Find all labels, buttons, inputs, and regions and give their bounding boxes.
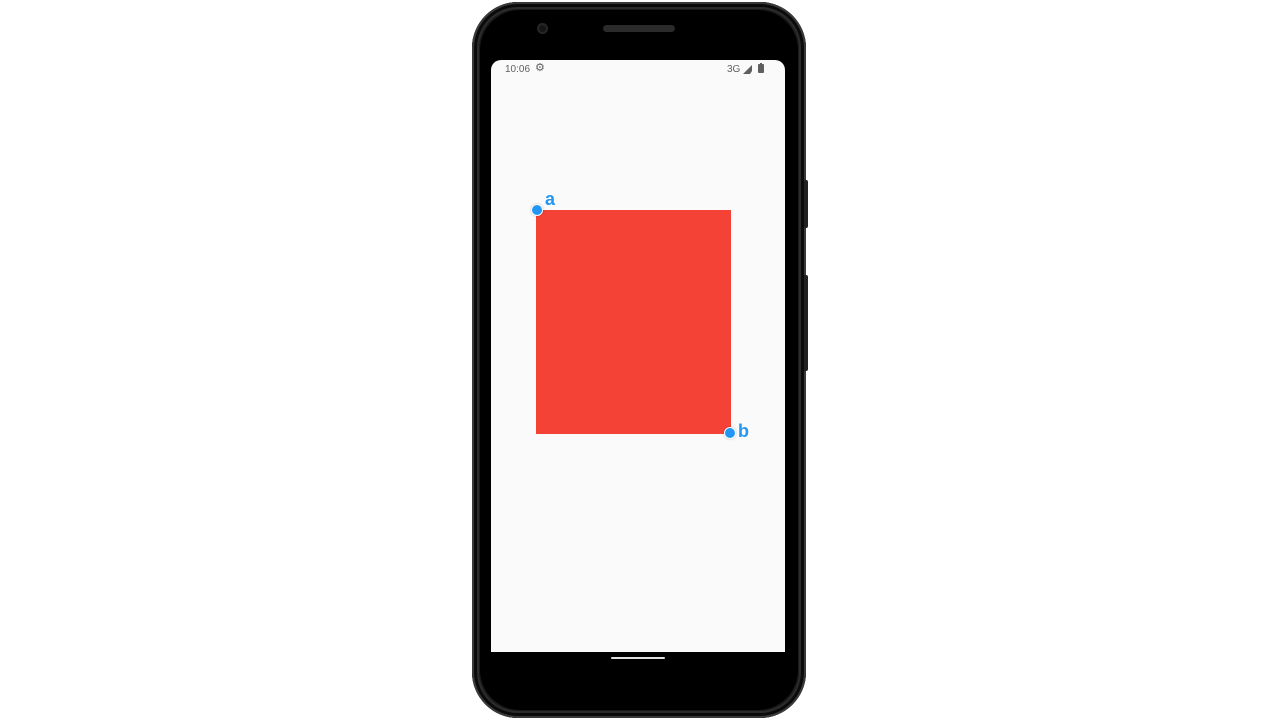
network-type: 3G [727,64,741,75]
volume-button[interactable] [804,275,808,371]
device-screen: 10:06 ⚙ 3G a b [491,60,785,652]
handle-label-b: b [738,421,749,441]
earpiece-speaker [603,25,675,32]
red-square-shape[interactable] [536,210,731,434]
home-pill-icon[interactable] [611,657,665,659]
signal-icon [743,65,752,74]
settings-gear-icon: ⚙ [535,62,545,74]
handle-label-a: a [545,189,556,209]
corner-handle-b[interactable] [724,427,736,439]
status-bar: 10:06 ⚙ 3G [491,60,785,78]
power-button[interactable] [804,180,808,228]
battery-icon [758,63,764,73]
front-camera-icon [537,23,548,34]
corner-handle-a[interactable] [531,204,543,216]
emulator-stage: 10:06 ⚙ 3G a b [0,0,1280,720]
status-time: 10:06 [505,64,531,75]
navigation-bar [491,652,785,682]
